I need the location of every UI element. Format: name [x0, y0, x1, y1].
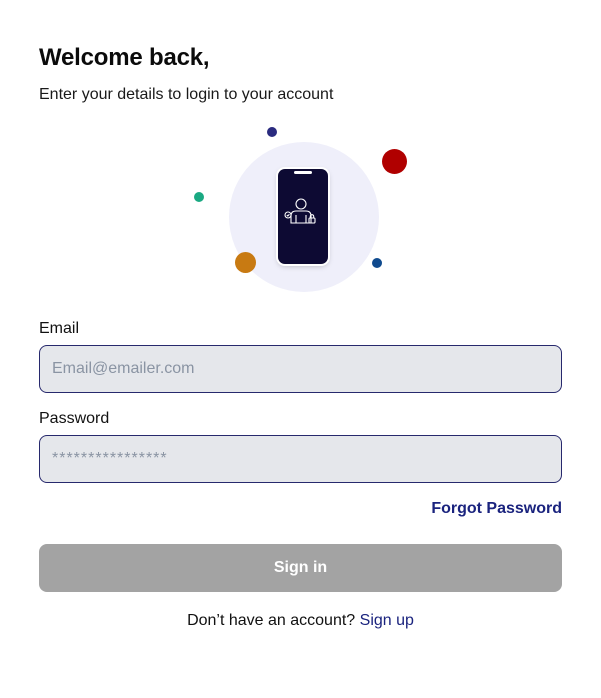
password-label: Password	[39, 410, 110, 427]
decor-dot-green	[194, 192, 204, 202]
decor-dot-blue	[372, 258, 382, 268]
phone-notch	[294, 171, 312, 174]
decor-dot-navy	[267, 127, 277, 137]
forgot-password-link[interactable]: Forgot Password	[431, 500, 562, 518]
decor-dot-red	[382, 149, 407, 174]
user-lock-icon	[284, 198, 316, 224]
email-label: Email	[39, 320, 80, 337]
sign-up-link[interactable]: Sign up	[360, 612, 414, 629]
phone-user-lock-icon	[278, 169, 328, 264]
decor-dot-orange	[235, 252, 256, 273]
login-illustration	[189, 118, 419, 303]
password-input[interactable]	[39, 435, 562, 483]
signup-prompt-text: Don’t have an account?	[187, 612, 356, 629]
sign-in-button[interactable]: Sign in	[39, 544, 562, 592]
signup-prompt-row: Don’t have an account? Sign up	[39, 612, 562, 630]
page-subtitle: Enter your details to login to your acco…	[39, 86, 334, 103]
email-input[interactable]	[39, 345, 562, 393]
page-title: Welcome back,	[39, 44, 210, 71]
